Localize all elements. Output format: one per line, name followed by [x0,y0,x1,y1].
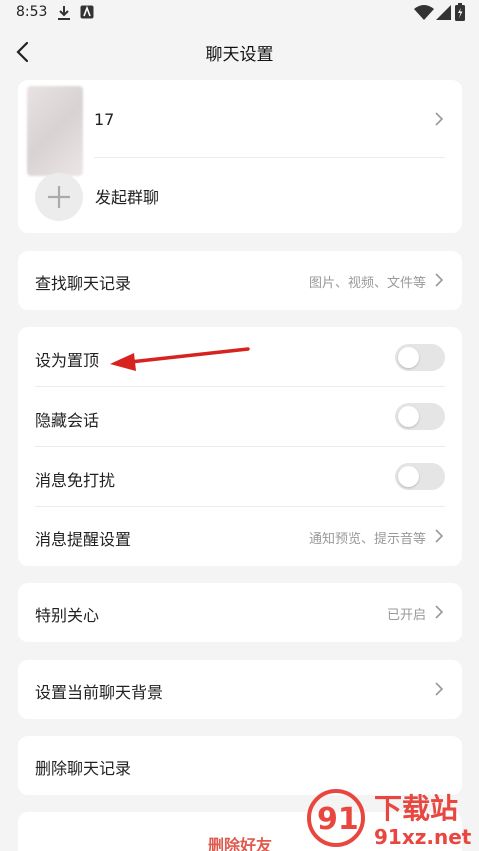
add-group-chat-row[interactable]: 发起群聊 [18,158,462,233]
mute-label: 消息免打扰 [35,471,116,490]
toggle-knob [398,466,419,487]
special-care-hint: 已开启 [386,608,426,623]
battery-icon [455,3,465,21]
chevron-right-icon [435,529,444,543]
member-name: 17 [94,110,115,129]
wifi-icon [414,5,434,20]
chevron-right-icon [435,112,444,126]
status-time: 8:53 [16,4,48,20]
pin-toggle[interactable] [395,344,445,371]
annotation-arrow-icon [110,347,250,371]
chat-background-label: 设置当前聊天背景 [35,683,164,702]
search-history-card[interactable]: 查找聊天记录 图片、视频、文件等 [18,251,462,310]
pin-label: 设为置顶 [35,351,100,370]
chevron-right-icon [435,682,444,696]
watermark-91-logo: 91 [307,789,365,847]
toggle-knob [398,347,419,368]
toggle-knob [398,406,419,427]
search-history-hint: 图片、视频、文件等 [308,276,426,291]
plus-icon [48,186,70,208]
add-member-button[interactable] [35,173,83,221]
mute-toggle[interactable] [395,463,445,490]
download-icon [58,6,70,20]
hide-row: 隐藏会话 [18,387,462,447]
special-care-card[interactable]: 特别关心 已开启 [18,583,462,642]
clear-history-label: 删除聊天记录 [35,759,132,778]
members-card: 发起群聊 [18,80,462,233]
watermark-logo: 91 下载站 91xz.net [306,785,479,851]
notify-settings-label: 消息提醒设置 [35,530,132,549]
svg-text:91: 91 [317,802,359,837]
notify-settings-hint: 通知预览、提示音等 [308,532,426,547]
hide-toggle[interactable] [395,403,445,430]
nav-bar: 聊天设置 [0,26,479,78]
hide-label: 隐藏会话 [35,411,100,430]
status-bar: 8:53 [0,0,479,26]
chevron-right-icon [435,273,444,287]
member-row[interactable] [18,80,462,158]
mute-row: 消息免打扰 [18,447,462,507]
app-notification-icon [80,5,94,19]
member-avatar[interactable] [27,86,83,176]
special-care-label: 特别关心 [35,606,100,625]
search-history-label: 查找聊天记录 [35,274,132,293]
chevron-right-icon [435,605,444,619]
chat-background-card[interactable]: 设置当前聊天背景 [18,660,462,719]
add-group-chat-label: 发起群聊 [95,188,160,207]
signal-icon [436,5,451,20]
notify-settings-row[interactable]: 消息提醒设置 通知预览、提示音等 [18,507,462,566]
watermark-text-top: 下载站 [374,792,459,825]
watermark-text-bottom: 91xz.net [374,825,472,849]
page-title: 聊天设置 [205,45,274,65]
